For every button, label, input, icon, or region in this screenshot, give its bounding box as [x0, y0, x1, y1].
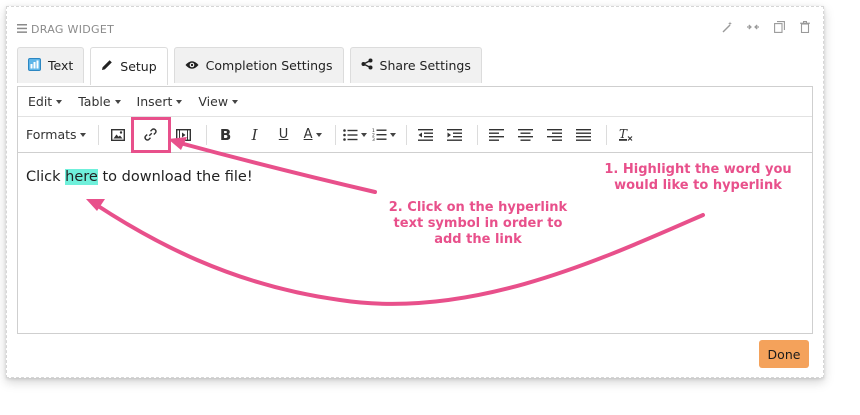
toolbar-divider — [405, 124, 407, 145]
tab-share-settings[interactable]: Share Settings — [349, 47, 482, 83]
menu-edit[interactable]: Edit — [28, 94, 63, 109]
image-icon — [110, 128, 125, 141]
menu-table[interactable]: Table — [78, 94, 121, 109]
align-justify-button[interactable] — [571, 121, 597, 149]
menu-view-label: View — [198, 94, 229, 109]
bold-button[interactable]: B — [213, 121, 239, 149]
toolbar-divider — [205, 124, 207, 145]
link-icon — [144, 128, 157, 141]
align-left-icon — [489, 128, 505, 141]
toolbar-divider — [476, 124, 478, 145]
formats-dropdown[interactable]: Formats — [26, 121, 86, 149]
menu-table-label: Table — [78, 94, 111, 109]
numbered-list-button[interactable]: 123 — [371, 121, 397, 149]
chevron-down-icon — [176, 99, 183, 104]
align-justify-icon — [576, 128, 592, 141]
toolbar-divider — [334, 124, 336, 145]
text-color-button[interactable]: A — [300, 121, 326, 149]
annotation-step-2: 2. Click on the hyperlink text symbol in… — [388, 200, 568, 247]
italic-button[interactable]: I — [242, 121, 268, 149]
toolbar-divider — [97, 124, 99, 145]
menu-edit-label: Edit — [28, 94, 53, 109]
numbered-list-icon: 123 — [372, 128, 387, 141]
underline-button[interactable]: U — [271, 121, 297, 149]
bold-icon: B — [219, 125, 232, 144]
share-icon — [361, 58, 373, 73]
tab-share-label: Share Settings — [379, 58, 471, 73]
chevron-down-icon — [114, 99, 121, 104]
highlighted-word[interactable]: here — [65, 169, 98, 185]
toolbar-divider — [605, 124, 607, 145]
bullet-list-icon — [342, 128, 358, 141]
formats-label: Formats — [26, 127, 77, 142]
italic-icon: I — [251, 125, 258, 144]
done-button[interactable]: Done — [759, 340, 809, 368]
text-icon — [28, 57, 41, 74]
menu-insert-label: Insert — [136, 94, 173, 109]
align-center-icon — [518, 128, 534, 141]
pencil-icon — [101, 59, 113, 74]
tab-setup-label: Setup — [120, 59, 157, 74]
tab-bar: Text Setup Completion Settings Share Set… — [17, 47, 482, 85]
menu-view[interactable]: View — [198, 94, 239, 109]
content-text: Click — [26, 169, 66, 185]
underline-icon: U — [278, 127, 289, 142]
collapse-icon[interactable] — [747, 20, 759, 34]
clear-formatting-icon: T — [618, 128, 632, 141]
chevron-down-icon — [79, 132, 86, 137]
copy-icon[interactable] — [773, 20, 785, 34]
outdent-icon — [418, 128, 434, 141]
editor-toolbar: Formats B I U A 123 T — [18, 116, 812, 153]
bullet-list-button[interactable] — [342, 121, 368, 149]
widget-header: DRAG WIDGET — [17, 21, 114, 37]
text-color-icon: A — [303, 127, 313, 142]
insert-image-button[interactable] — [105, 121, 131, 149]
eye-icon — [185, 58, 199, 73]
svg-text:T: T — [619, 128, 628, 141]
chevron-down-icon — [232, 99, 239, 104]
film-icon — [176, 128, 192, 141]
trash-icon[interactable] — [799, 20, 811, 34]
chevron-down-icon — [389, 132, 396, 137]
chevron-down-icon — [56, 99, 63, 104]
editor-menubar: Edit Table Insert View — [18, 87, 812, 117]
tab-setup[interactable]: Setup — [90, 47, 168, 85]
menu-insert[interactable]: Insert — [137, 94, 183, 109]
widget-title: DRAG WIDGET — [31, 22, 115, 36]
widget-actions — [721, 20, 811, 34]
wand-icon[interactable] — [721, 20, 733, 34]
content-text: to download the file! — [97, 169, 253, 185]
chevron-down-icon — [315, 132, 322, 137]
drag-handle-icon[interactable] — [17, 23, 27, 36]
annotation-step-1: 1. Highlight the word you would like to … — [604, 162, 792, 193]
insert-link-button[interactable] — [130, 116, 171, 153]
indent-button[interactable] — [442, 121, 468, 149]
tab-completion-label: Completion Settings — [205, 58, 333, 73]
indent-icon — [447, 128, 463, 141]
tab-text-label: Text — [48, 58, 74, 73]
insert-media-button[interactable] — [171, 121, 197, 149]
align-left-button[interactable] — [484, 121, 510, 149]
chevron-down-icon — [360, 132, 367, 137]
tab-text[interactable]: Text — [17, 47, 85, 83]
align-center-button[interactable] — [513, 121, 539, 149]
tab-completion-settings[interactable]: Completion Settings — [173, 47, 344, 83]
align-right-icon — [547, 128, 563, 141]
svg-text:3: 3 — [372, 137, 375, 141]
outdent-button[interactable] — [413, 121, 439, 149]
clear-formatting-button[interactable]: T — [613, 121, 639, 149]
align-right-button[interactable] — [542, 121, 568, 149]
